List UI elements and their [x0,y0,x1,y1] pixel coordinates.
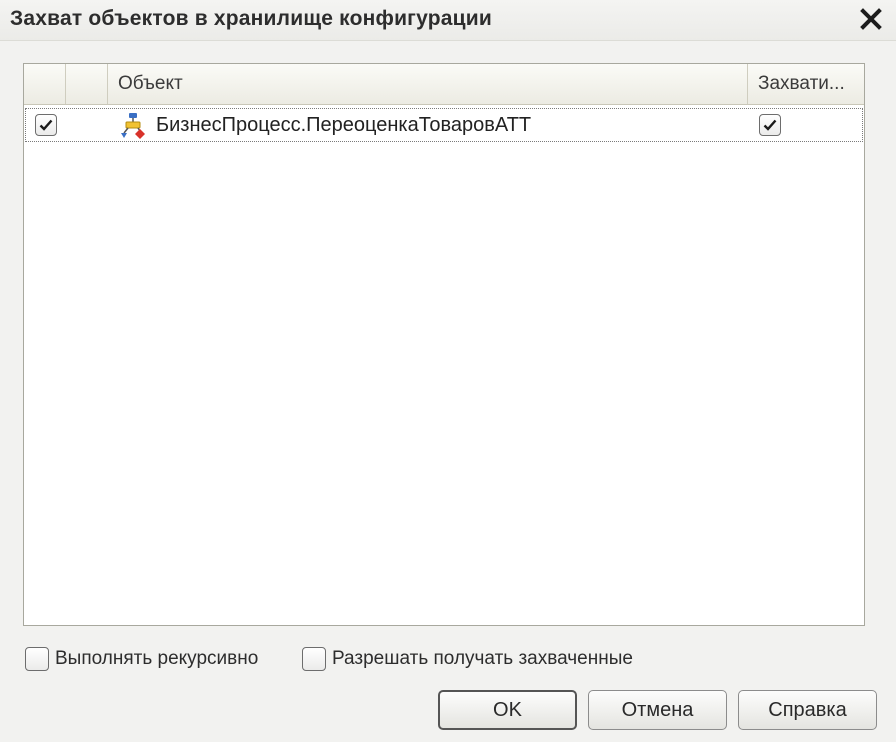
close-button[interactable] [856,4,886,34]
row-object-name: БизнесПроцесс.ПереоценкаТоваровАТТ [156,114,532,136]
row-check-checkbox[interactable] [35,114,57,136]
column-header-icon[interactable] [66,64,108,104]
allow-captured-label: Разрешать получать захваченные [332,648,633,669]
checkmark-icon [39,119,53,131]
table-row[interactable]: БизнесПроцесс.ПереоценкаТоваровАТТ [25,108,863,142]
column-header-capture[interactable]: Захвати... [748,64,864,104]
table-header: Объект Захвати... [24,64,864,105]
row-capture-checkbox[interactable] [759,114,781,136]
ok-button[interactable]: OK [438,690,577,730]
allow-captured-option[interactable]: Разрешать получать захваченные [302,646,633,672]
checkmark-icon [763,119,777,131]
recursive-checkbox[interactable] [25,647,49,671]
dialog-title: Захват объектов в хранилище конфигурации [10,7,492,30]
help-button[interactable]: Справка [738,690,877,730]
capture-objects-dialog: Захват объектов в хранилище конфигурации… [0,0,896,742]
recursive-label: Выполнять рекурсивно [55,648,259,669]
close-icon [860,8,882,30]
column-header-check[interactable] [24,64,66,104]
objects-table[interactable]: Объект Захвати... БизнесПроцесс.Переоцен… [23,63,865,626]
cancel-button[interactable]: Отмена [588,690,727,730]
title-bar: Захват объектов в хранилище конфигурации [0,0,896,41]
recursive-option[interactable]: Выполнять рекурсивно [25,646,258,672]
allow-captured-checkbox[interactable] [302,647,326,671]
column-header-object[interactable]: Объект [108,64,748,104]
business-process-icon [121,113,145,139]
